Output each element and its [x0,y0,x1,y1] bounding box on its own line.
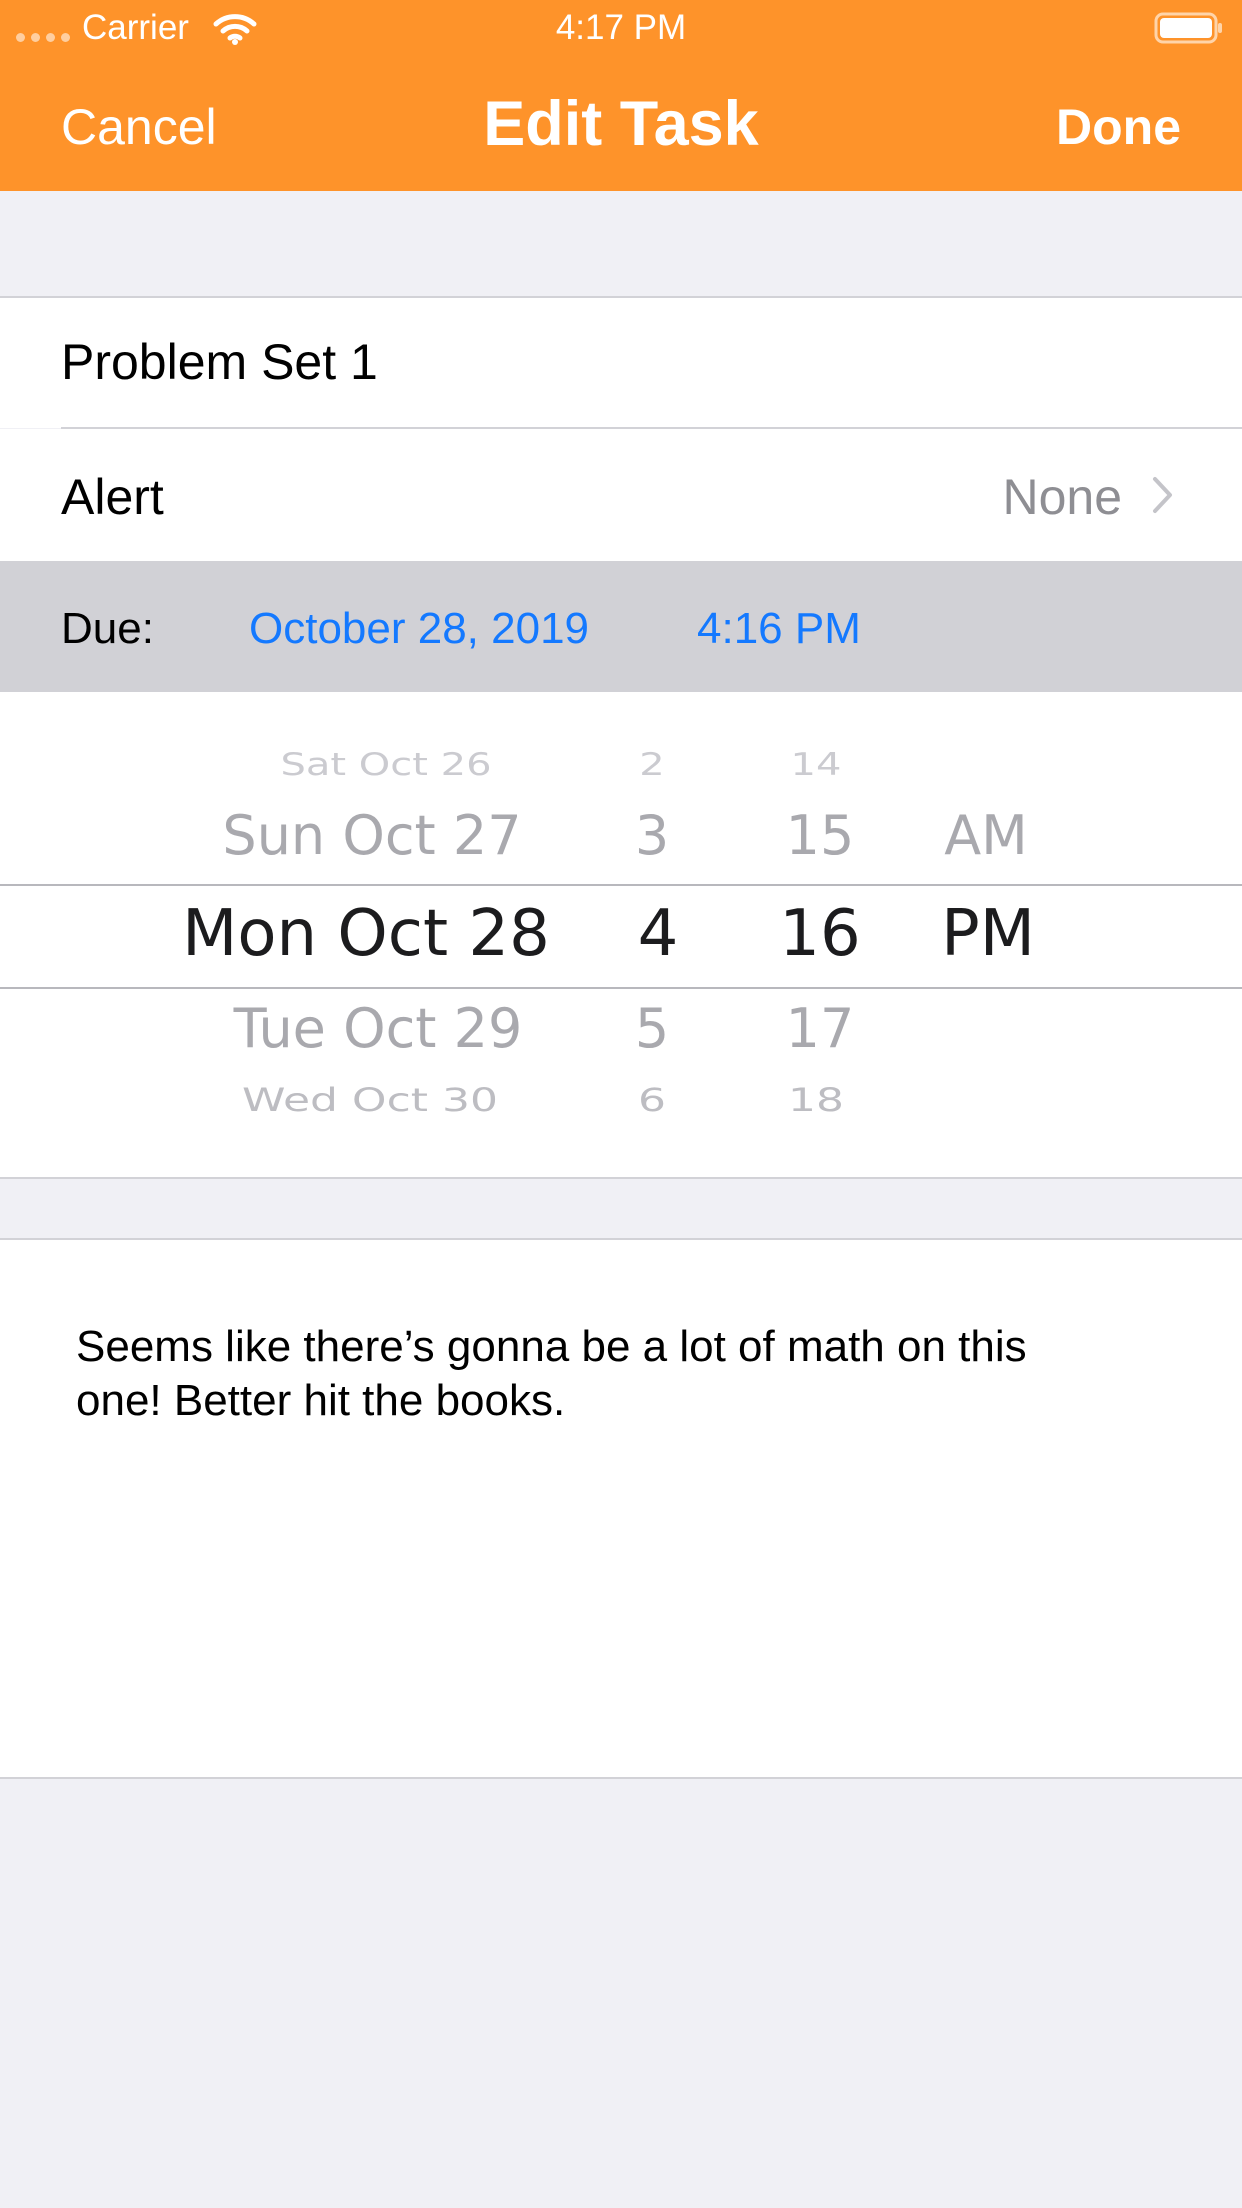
task-title-field[interactable]: Problem Set 1 [61,333,378,391]
picker-hour-option[interactable]: 2 [639,747,664,783]
due-date-value[interactable]: October 28, 2019 [249,604,589,654]
due-label: Due: [61,604,154,653]
notes-text-area[interactable]: Seems like there’s gonna be a lot of mat… [76,1320,1116,1428]
picker-period-option[interactable]: AM [944,804,1028,867]
picker-minute-option[interactable]: 14 [791,747,842,783]
status-time: 4:17 PM [555,8,687,47]
picker-minute-option[interactable]: 15 [786,804,855,867]
picker-hour-option[interactable]: 5 [635,997,669,1060]
alert-label: Alert [61,469,164,525]
section-divider [0,1177,1242,1179]
picker-selection-bottom-line [0,987,1242,989]
alert-value[interactable]: None [1002,468,1122,526]
picker-date-option[interactable]: Sat Oct 26 [280,747,491,783]
picker-hour-selected[interactable]: 4 [638,897,679,971]
picker-period-selected[interactable]: PM [941,897,1035,971]
picker-minute-option[interactable]: 17 [786,997,855,1060]
picker-date-option[interactable]: Wed Oct 30 [242,1082,498,1119]
due-time-value[interactable]: 4:16 PM [697,604,861,654]
status-bar: Carrier 4:17 PM [0,0,1242,60]
picker-hour-option[interactable]: 6 [638,1082,666,1119]
picker-date-selected[interactable]: Mon Oct 28 [182,897,550,971]
picker-selection-top-line [0,884,1242,886]
navigation-bar: Carrier 4:17 PM Cancel Edit Task Done [0,0,1242,191]
due-row[interactable]: Due: October 28, 2019 4:16 PM [0,561,1242,692]
picker-date-option[interactable]: Sun Oct 27 [222,804,521,867]
done-button[interactable]: Done [1056,98,1181,156]
picker-hour-option[interactable]: 3 [635,804,669,867]
battery-icon [1154,12,1222,44]
date-time-picker[interactable]: Sat Oct 26 Sun Oct 27 Mon Oct 28 Tue Oct… [0,692,1242,1178]
picker-minute-selected[interactable]: 16 [779,897,860,971]
section-divider [0,1777,1242,1779]
picker-date-option[interactable]: Tue Oct 29 [234,997,523,1060]
chevron-right-icon [1153,477,1172,513]
picker-minute-option[interactable]: 18 [788,1082,844,1119]
